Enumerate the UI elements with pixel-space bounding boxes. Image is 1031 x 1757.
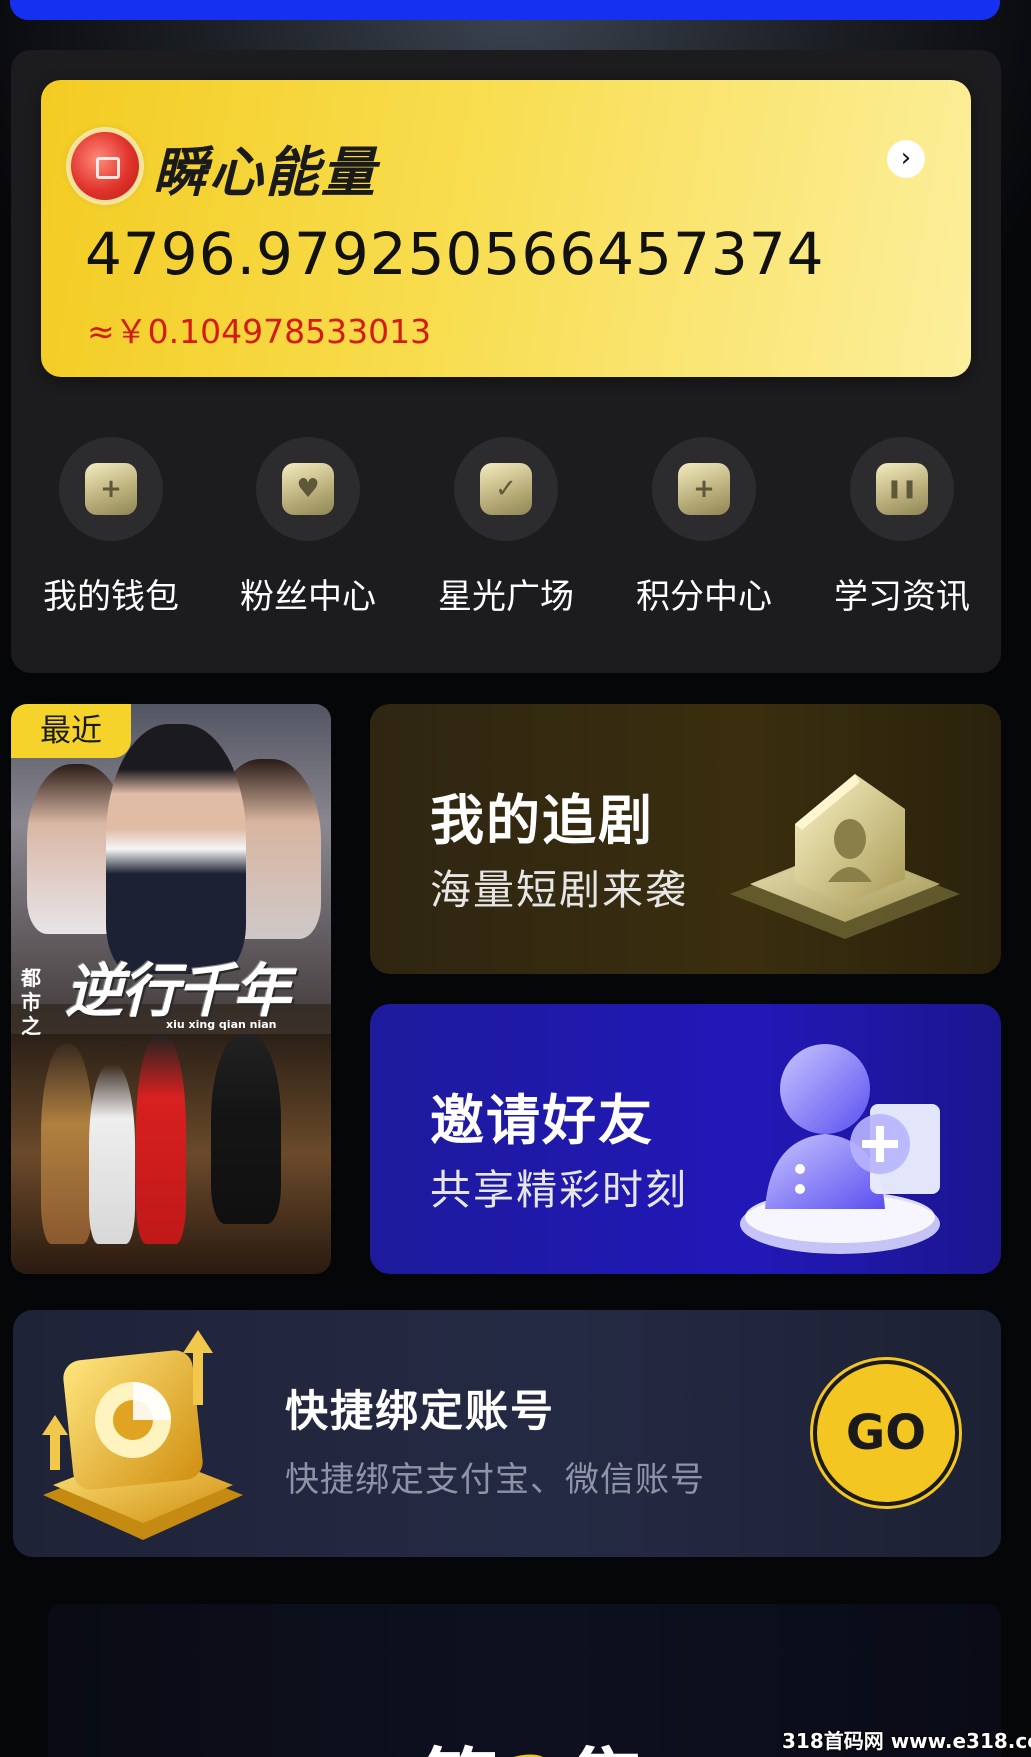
points-clipboard-icon: +	[678, 463, 730, 515]
poster-figure	[211, 1034, 281, 1224]
menu-icon-bg: +	[59, 437, 163, 541]
fans-people-icon: ♥	[282, 463, 334, 515]
energy-card[interactable]: 瞬心能量 › 4796.979250566457374 ≈￥0.10497853…	[41, 80, 971, 377]
menu-item-learning[interactable]: ❚❚ 学习资讯	[817, 437, 987, 617]
menu-icon-bg: ♥	[256, 437, 360, 541]
energy-balance: 4796.979250566457374	[85, 220, 825, 288]
poster-figure	[136, 1034, 186, 1244]
bind-title: 快捷绑定账号	[285, 1387, 555, 1437]
poster-figure	[106, 724, 246, 974]
menu-label: 粉丝中心	[240, 577, 376, 617]
learning-screen-icon: ❚❚	[876, 463, 928, 515]
menu-label: 星光广场	[438, 577, 574, 617]
poster-figure	[89, 1064, 135, 1244]
bind-subtitle: 快捷绑定支付宝、微信账号	[285, 1460, 705, 1500]
invite-title: 邀请好友	[430, 1089, 654, 1152]
gold-bind-icon	[42, 1330, 243, 1540]
my-drama-subtitle: 海量短剧来袭	[430, 866, 688, 914]
menu-label: 我的钱包	[43, 577, 179, 617]
energy-cny-equivalent: ≈￥0.104978533013	[87, 312, 432, 351]
top-banner-edge	[10, 0, 1000, 20]
recent-badge: 最近	[11, 704, 131, 758]
episode-heading-prefix: 第	[418, 1740, 504, 1757]
menu-item-points[interactable]: + 积分中心	[619, 437, 789, 617]
wallet-folder-icon: +	[85, 463, 137, 515]
menu-item-starlight[interactable]: ✓ 星光广场	[421, 437, 591, 617]
menu-item-fans[interactable]: ♥ 粉丝中心	[223, 437, 393, 617]
invite-friends-card[interactable]: 邀请好友 共享精彩时刻	[370, 1004, 1001, 1274]
chevron-right-icon[interactable]: ›	[887, 140, 925, 178]
menu-item-wallet[interactable]: + 我的钱包	[26, 437, 196, 617]
episode-heading-suffix: 集	[566, 1740, 652, 1757]
watermark-text: 318首码网 www.e318.com	[782, 1729, 1031, 1753]
add-friend-icon	[740, 1044, 940, 1254]
menu-icon-bg: +	[652, 437, 756, 541]
my-drama-card[interactable]: 我的追剧 海量短剧来袭	[370, 704, 1001, 974]
my-drama-title: 我的追剧	[430, 789, 654, 852]
go-button[interactable]: GO	[813, 1360, 959, 1506]
menu-label: 积分中心	[636, 577, 772, 617]
quick-bind-card[interactable]: 快捷绑定账号 快捷绑定支付宝、微信账号 GO	[13, 1310, 1001, 1557]
poster-figure	[41, 1044, 93, 1244]
episode-heading: 第2集	[418, 1722, 652, 1757]
menu-icon-bg: ❚❚	[850, 437, 954, 541]
energy-logo-icon	[71, 132, 139, 200]
poster-pinyin: xiu xing qian nian	[166, 1018, 277, 1031]
house-icon	[730, 774, 960, 939]
menu-label: 学习资讯	[834, 577, 970, 617]
menu-icon-bg: ✓	[454, 437, 558, 541]
poster-title: 逆行千年	[65, 957, 291, 1025]
energy-title: 瞬心能量	[153, 141, 377, 204]
starlight-badge-icon: ✓	[480, 463, 532, 515]
invite-subtitle: 共享精彩时刻	[430, 1166, 688, 1214]
poster-subtitle: 都市之	[21, 966, 41, 1038]
episode-number: 2	[504, 1740, 566, 1757]
recent-drama-card[interactable]: 都市之 逆行千年 xiu xing qian nian 最近	[11, 704, 331, 1274]
